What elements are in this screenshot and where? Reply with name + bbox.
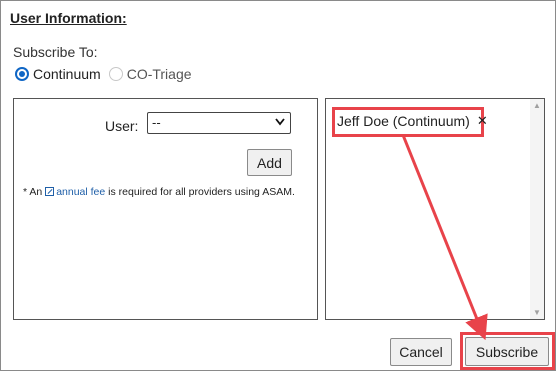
subscribe-radio-group: Continuum CO-Triage <box>15 66 200 82</box>
user-select[interactable]: -- <box>147 112 291 134</box>
subscribe-button[interactable]: Subscribe <box>465 337 549 366</box>
user-picker-panel: User: -- Add * An annual fee is required… <box>13 98 318 320</box>
selected-user-chip: Jeff Doe (Continuum) ✕ <box>337 113 488 129</box>
scroll-down-icon[interactable]: ▼ <box>533 308 541 317</box>
list-scrollbar[interactable]: ▲ ▼ <box>530 99 544 319</box>
radio-continuum-label[interactable]: Continuum <box>33 66 101 82</box>
radio-continuum[interactable] <box>15 67 29 81</box>
cancel-button[interactable]: Cancel <box>390 338 452 366</box>
subscribe-to-label: Subscribe To: <box>13 44 98 60</box>
selected-user-name: Jeff Doe (Continuum) <box>337 113 470 129</box>
add-button[interactable]: Add <box>247 149 292 176</box>
radio-co-triage <box>108 67 123 81</box>
selected-users-list: Jeff Doe (Continuum) ✕ ▲ ▼ <box>325 98 545 320</box>
user-information-dialog: User Information: Subscribe To: Continuu… <box>0 0 556 371</box>
user-select-value: -- <box>152 115 161 130</box>
fee-note-suffix: is required for all providers using ASAM… <box>105 186 295 198</box>
annual-fee-note: * An annual fee is required for all prov… <box>23 186 303 198</box>
fee-note-prefix: * An <box>23 186 46 198</box>
radio-co-triage-label: CO-Triage <box>126 66 192 82</box>
user-label: User: <box>105 118 139 134</box>
section-title: User Information: <box>10 10 127 26</box>
chevron-down-icon <box>275 116 285 131</box>
external-link-icon[interactable] <box>45 187 55 196</box>
annual-fee-link[interactable]: annual fee <box>56 186 105 198</box>
remove-icon[interactable]: ✕ <box>477 113 488 129</box>
scroll-up-icon[interactable]: ▲ <box>533 101 541 110</box>
